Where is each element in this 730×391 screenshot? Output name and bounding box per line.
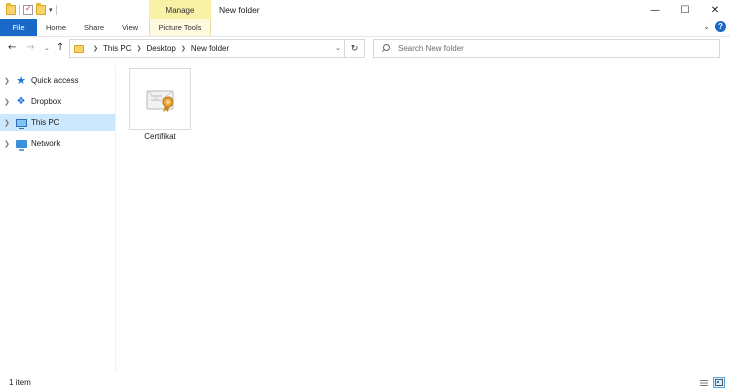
chevron-right-icon[interactable]: ❯: [136, 45, 141, 52]
navigation-row: ← → ⌄ ↑ ❯ This PC ❯ Desktop ❯ New folder…: [0, 36, 730, 62]
certificate-icon: [146, 90, 174, 112]
expand-chevron-icon[interactable]: ❯: [4, 77, 14, 85]
chevron-down-icon[interactable]: ⌄: [703, 22, 710, 31]
file-thumbnail[interactable]: [129, 68, 191, 130]
navigation-pane: ❯ ★ Quick access ❯ ❖ Dropbox ❯ This PC ❯…: [0, 66, 116, 372]
view-switcher: [698, 377, 725, 388]
back-arrow-icon[interactable]: ←: [8, 42, 16, 53]
address-history-dropdown-icon[interactable]: ⌄: [335, 44, 341, 52]
expand-chevron-icon[interactable]: ❯: [4, 119, 14, 127]
star-icon: ★: [16, 74, 26, 87]
title-bar: ▾ Manage New folder — ☐ ✕: [0, 0, 730, 21]
large-icons-view-icon[interactable]: [713, 377, 725, 388]
window-title: New folder: [219, 5, 260, 15]
details-view-icon[interactable]: [698, 377, 710, 388]
sidebar-item-label: Dropbox: [31, 97, 62, 106]
search-input[interactable]: [398, 44, 698, 53]
quick-access-toolbar: ▾: [6, 3, 57, 17]
breadcrumb-new-folder[interactable]: New folder: [191, 44, 229, 53]
ribbon-right-controls: ⌄ ?: [703, 21, 726, 32]
chevron-right-icon[interactable]: ❯: [93, 45, 98, 52]
search-box[interactable]: [373, 39, 720, 58]
breadcrumb-desktop[interactable]: Desktop: [147, 44, 176, 53]
dropbox-icon: ❖: [16, 96, 26, 107]
window-controls: — ☐ ✕: [640, 0, 730, 21]
tab-home[interactable]: Home: [40, 19, 72, 36]
recent-locations-icon[interactable]: ⌄: [44, 44, 50, 52]
network-icon: [15, 138, 27, 151]
tab-file[interactable]: File: [0, 19, 37, 36]
computer-icon: [15, 117, 27, 129]
toolbar-divider: [19, 5, 20, 15]
tab-picture-tools[interactable]: Picture Tools: [149, 19, 211, 36]
close-button[interactable]: ✕: [700, 0, 730, 21]
expand-chevron-icon[interactable]: ❯: [4, 98, 14, 106]
refresh-icon[interactable]: ↻: [344, 40, 364, 57]
minimize-button[interactable]: —: [640, 0, 670, 21]
sidebar-item-dropbox[interactable]: ❯ ❖ Dropbox: [0, 93, 115, 110]
maximize-button[interactable]: ☐: [670, 0, 700, 21]
sidebar-item-label: This PC: [31, 118, 60, 127]
ribbon-tabs: File Home Share View Picture Tools ⌄ ?: [0, 19, 730, 36]
file-item[interactable]: Certifikat: [129, 68, 191, 146]
properties-icon[interactable]: [23, 4, 33, 15]
sidebar-item-label: Network: [31, 139, 61, 148]
breadcrumb-this-pc[interactable]: This PC: [103, 44, 131, 53]
sidebar-item-label: Quick access: [31, 76, 79, 85]
address-bar[interactable]: ❯ This PC ❯ Desktop ❯ New folder ⌄ ↻: [69, 39, 365, 58]
manage-tab-group[interactable]: Manage: [149, 0, 211, 21]
expand-chevron-icon[interactable]: ❯: [4, 140, 14, 148]
chevron-right-icon[interactable]: ❯: [181, 45, 186, 52]
folder-icon: [6, 3, 16, 15]
sidebar-item-quick-access[interactable]: ❯ ★ Quick access: [0, 72, 115, 89]
help-icon[interactable]: ?: [715, 21, 726, 32]
customize-toolbar-icon[interactable]: ▾: [49, 6, 53, 14]
tab-view[interactable]: View: [114, 19, 146, 36]
item-count: 1 item: [9, 378, 31, 387]
file-list-area[interactable]: Certifikat: [117, 66, 730, 372]
search-icon: [381, 44, 390, 53]
toolbar-divider: [55, 5, 57, 15]
up-arrow-icon[interactable]: ↑: [56, 42, 64, 53]
file-name[interactable]: Certifikat: [144, 132, 176, 141]
breadcrumb: ❯ This PC ❯ Desktop ❯ New folder: [88, 44, 229, 53]
new-folder-icon[interactable]: [36, 3, 46, 15]
status-bar: 1 item: [0, 374, 730, 391]
tab-share[interactable]: Share: [78, 19, 110, 36]
folder-icon: [74, 44, 84, 53]
forward-arrow-icon[interactable]: →: [26, 42, 34, 53]
sidebar-item-this-pc[interactable]: ❯ This PC: [0, 114, 115, 131]
sidebar-item-network[interactable]: ❯ Network: [0, 135, 115, 152]
